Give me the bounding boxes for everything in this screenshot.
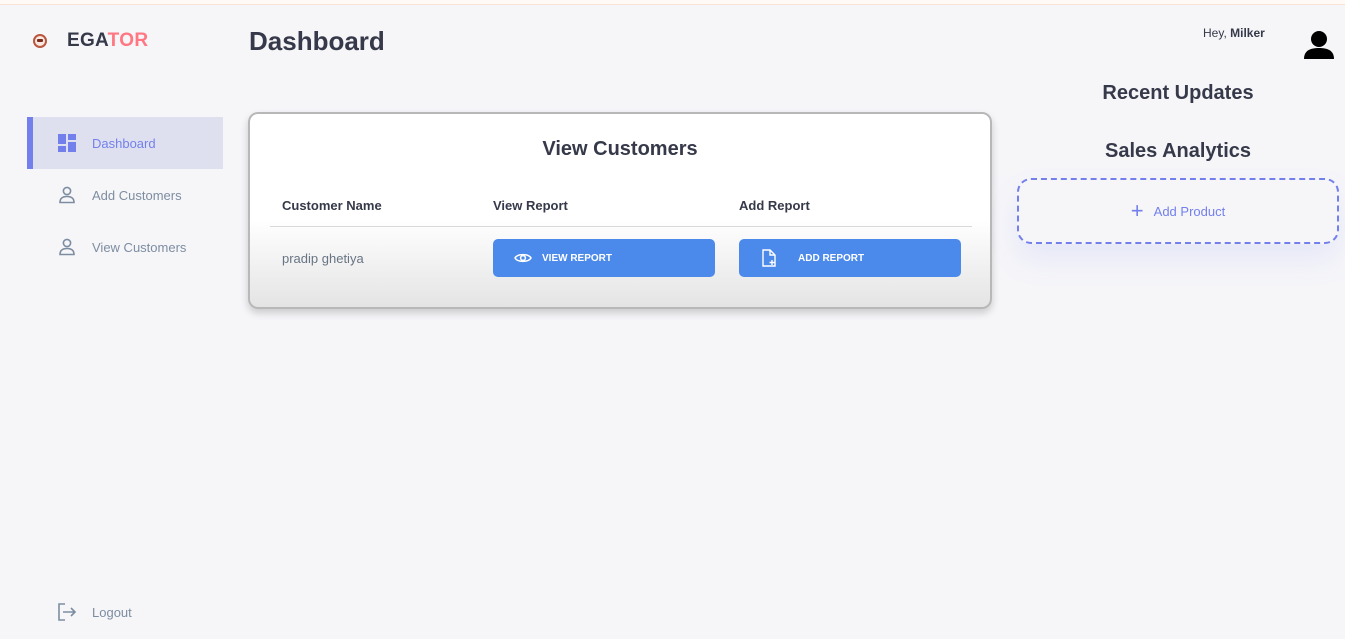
sales-analytics-title: Sales Analytics [1104,140,1251,162]
column-header-add-report: Add Report [739,198,810,213]
sidebar-item-dashboard[interactable]: Dashboard [27,117,223,169]
greeting-text: Hey, [1203,26,1227,40]
view-customers-card: View Customers Customer Name View Report… [248,112,992,309]
sidebar-item-add-customers[interactable]: Add Customers [27,169,223,221]
person-outline-icon [57,185,77,205]
sidebar-item-label: View Customers [92,239,187,255]
view-report-button[interactable]: VIEW REPORT [493,239,715,277]
brand-name-accent: TOR [107,30,149,51]
brand-logo-icon [33,34,47,48]
greeting: Hey, Milker [1203,26,1265,40]
brand-name-main: EGA [67,30,108,51]
column-header-customer-name: Customer Name [282,198,382,213]
top-border [0,0,1345,5]
sidebar-item-view-customers[interactable]: View Customers [27,221,223,273]
column-header-view-report: View Report [493,198,568,213]
logout-icon [57,602,77,622]
person-outline-icon [57,237,77,257]
brand-name: EGATOR [67,30,148,52]
card-title: View Customers [542,138,698,160]
sidebar-item-label: Add Customers [92,187,182,203]
page-title: Dashboard [249,26,385,56]
eye-icon [514,249,532,267]
plus-icon: + [1130,198,1144,223]
table-divider [270,226,972,227]
username: Milker [1230,26,1265,40]
add-report-button[interactable]: ADD REPORT [739,239,961,277]
profile-avatar-icon[interactable] [1303,29,1335,61]
customer-name-cell: pradip ghetiya [282,251,364,266]
grid-dashboard-icon [57,133,77,153]
file-add-icon [760,249,778,267]
logout-label: Logout [92,604,132,620]
recent-updates-title: Recent Updates [1102,82,1254,104]
sidebar-item-label: Dashboard [92,135,156,151]
view-report-label: VIEW REPORT [542,252,613,264]
logout-link[interactable]: Logout [57,602,132,622]
sidebar-nav: Dashboard Add Customers View Customers [27,117,223,273]
brand: EGATOR [33,30,148,52]
add-product-button[interactable]: + Add Product [1017,178,1339,244]
add-report-label: ADD REPORT [798,252,865,264]
add-product-label: Add Product [1153,203,1226,219]
